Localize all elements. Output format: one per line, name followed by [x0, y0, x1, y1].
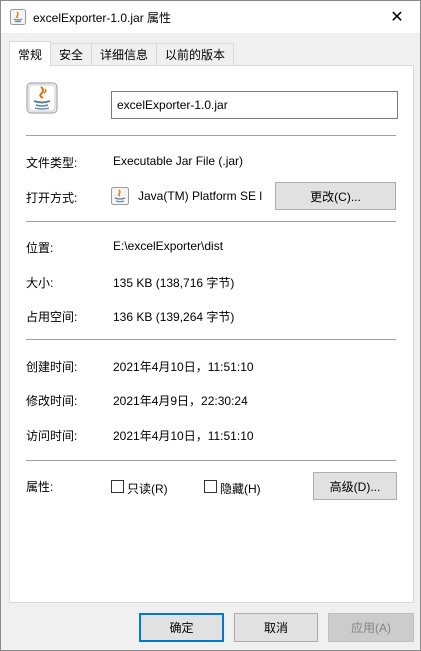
java-icon — [111, 187, 129, 205]
advanced-button[interactable]: 高级(D)... — [313, 472, 397, 500]
hidden-checkbox[interactable] — [204, 480, 217, 493]
attributes-label: 属性: — [26, 480, 54, 494]
properties-dialog: excelExporter-1.0.jar 属性 ✕ 常规 安全 详细信息 以前… — [0, 0, 421, 651]
separator — [26, 460, 396, 461]
tab-details[interactable]: 详细信息 — [91, 43, 158, 65]
close-button[interactable]: ✕ — [374, 1, 420, 33]
java-jar-icon — [26, 82, 58, 114]
accessed-label: 访问时间: — [26, 429, 78, 443]
size-label: 大小: — [26, 276, 54, 290]
tab-previous-versions[interactable]: 以前的版本 — [156, 43, 235, 65]
java-jar-icon — [10, 9, 26, 25]
apply-button[interactable]: 应用(A) — [328, 613, 414, 642]
accessed-value: 2021年4月10日，11:51:10 — [113, 429, 254, 443]
change-button[interactable]: 更改(C)... — [275, 182, 396, 210]
modified-label: 修改时间: — [26, 394, 78, 408]
created-label: 创建时间: — [26, 360, 78, 374]
general-panel: excelExporter-1.0.jar 文件类型: Executable J… — [9, 65, 414, 603]
tab-strip: 常规 安全 详细信息 以前的版本 — [9, 41, 235, 66]
tab-security[interactable]: 安全 — [50, 43, 93, 65]
size-on-disk-label: 占用空间: — [26, 310, 78, 324]
window-title: excelExporter-1.0.jar 属性 — [33, 11, 172, 25]
cancel-button[interactable]: 取消 — [234, 613, 318, 642]
location-value: E:\excelExporter\dist — [113, 239, 224, 253]
file-type-value: Executable Jar File (.jar) — [113, 154, 244, 168]
file-name-field[interactable]: excelExporter-1.0.jar — [111, 91, 398, 119]
tab-general[interactable]: 常规 — [9, 41, 52, 66]
modified-value: 2021年4月9日，22:30:24 — [113, 394, 248, 408]
readonly-label[interactable]: 只读(R) — [127, 480, 168, 497]
separator — [26, 135, 396, 136]
size-value: 135 KB (138,716 字节) — [113, 276, 235, 290]
location-label: 位置: — [26, 241, 54, 255]
readonly-checkbox[interactable] — [111, 480, 124, 493]
separator — [26, 221, 396, 222]
ok-button[interactable]: 确定 — [139, 613, 224, 642]
opens-with-value: Java(TM) Platform SE l — [138, 189, 263, 203]
title-bar: excelExporter-1.0.jar 属性 ✕ — [1, 1, 420, 33]
size-on-disk-value: 136 KB (139,264 字节) — [113, 310, 235, 324]
file-type-label: 文件类型: — [26, 156, 78, 170]
created-value: 2021年4月10日，11:51:10 — [113, 360, 254, 374]
close-icon: ✕ — [390, 9, 404, 26]
separator — [26, 339, 396, 340]
hidden-label[interactable]: 隐藏(H) — [220, 480, 261, 497]
opens-with-label: 打开方式: — [26, 191, 78, 205]
